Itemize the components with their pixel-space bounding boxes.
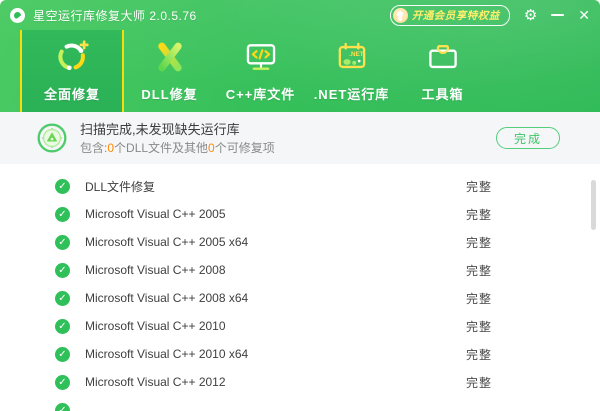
status-label: 完整 [466,374,492,391]
status-label: 完整 [466,262,492,279]
app-logo-icon [10,8,25,23]
status-label: 完整 [466,206,492,223]
tab-bar: 全面修复 DLL修复 [20,30,488,112]
scan-status-bar: 扫描完成,未发现缺失运行库 包含:0个DLL文件及其他0个可修复项 完成 [0,112,600,164]
tab-label: C++库文件 [226,84,296,103]
gear-icon[interactable]: ⚙ [524,8,537,23]
library-name: DLL文件修复 [85,178,155,195]
tab-full-repair[interactable]: 全面修复 [20,30,124,112]
toolbox-icon [425,39,461,75]
library-name: Microsoft Visual C++ 2010 [85,319,226,333]
minimize-icon[interactable] [551,14,564,16]
table-row[interactable]: ✓ Microsoft Visual C++ 2012 完整 [0,368,600,396]
table-row[interactable]: ✓ Microsoft Visual C++ 2005 完整 [0,200,600,228]
check-icon: ✓ [55,263,70,278]
check-icon: ✓ [55,235,70,250]
tab-toolbox[interactable]: 工具箱 [397,30,488,112]
library-name: Microsoft Visual C++ 2012 [85,375,226,389]
library-name: Microsoft Visual C++ 2005 [85,207,226,221]
tab-cpp-library[interactable]: C++库文件 [215,30,306,112]
vip-avatar-icon [393,8,408,23]
detail-text-part: 个可修复项 [215,141,275,155]
check-icon: ✓ [55,347,70,362]
dll-repair-icon [152,39,188,75]
status-label: 完整 [466,318,492,335]
full-repair-icon [54,39,90,75]
tab-dll-repair[interactable]: DLL修复 [124,30,215,112]
vip-upgrade-badge[interactable]: 开通会员享特权益 [390,5,510,26]
status-label: 完整 [466,346,492,363]
app-window: 星空运行库修复大师 2.0.5.76 开通会员享特权益 ⚙ ✕ [0,0,600,411]
tab-label: DLL修复 [141,84,197,103]
library-name: Microsoft Visual C++ 2008 x64 [85,291,248,305]
svg-text:.NET: .NET [349,51,363,58]
scan-detail-text: 包含:0个DLL文件及其他0个可修复项 [80,139,275,157]
check-icon: ✓ [55,179,70,194]
cpp-library-icon [243,39,279,75]
tab-dotnet-runtime[interactable]: .NET .NET运行库 [306,30,397,112]
close-icon[interactable]: ✕ [578,8,590,22]
library-name: Microsoft Visual C++ 2010 x64 [85,347,248,361]
check-icon: ✓ [55,403,70,411]
status-label: 完整 [466,234,492,251]
scan-radar-icon [36,122,68,154]
status-label: 完整 [466,290,492,307]
repair-list[interactable]: ✓ DLL文件修复 完整 ✓ Microsoft Visual C++ 2005… [0,164,600,411]
detail-text-part: 包含: [80,141,107,155]
check-icon: ✓ [55,291,70,306]
vip-badge-label: 开通会员享特权益 [412,8,500,23]
scrollbar-thumb[interactable] [591,180,596,230]
library-name: Microsoft Visual C++ 2005 x64 [85,235,248,249]
table-row[interactable]: ✓ Microsoft Visual C++ 2010 完整 [0,312,600,340]
other-count: 0 [208,141,215,155]
dotnet-runtime-icon: .NET [334,39,370,75]
tab-label: .NET运行库 [314,84,390,103]
table-row[interactable]: ✓ DLL文件修复 完整 [0,172,600,200]
titlebar: 星空运行库修复大师 2.0.5.76 开通会员享特权益 ⚙ ✕ [0,0,600,30]
check-icon: ✓ [55,375,70,390]
status-label: 完整 [466,178,492,195]
tab-label: 工具箱 [421,84,463,103]
check-icon: ✓ [55,319,70,334]
tab-label: 全面修复 [44,84,100,103]
table-row[interactable]: ✓ Microsoft Visual C++ 2008 x64 完整 [0,284,600,312]
table-row[interactable]: ✓ Microsoft Visual C++ 2008 完整 [0,256,600,284]
check-icon: ✓ [55,207,70,222]
detail-text-part: 个DLL文件及其他 [114,141,208,155]
header-background: 星空运行库修复大师 2.0.5.76 开通会员享特权益 ⚙ ✕ [0,0,600,112]
table-row[interactable]: ✓ Microsoft Visual C++ 2010 x64 完整 [0,340,600,368]
library-name: Microsoft Visual C++ 2008 [85,263,226,277]
table-row[interactable]: ✓ Microsoft Visual C++ 2005 x64 完整 [0,228,600,256]
scan-result-text: 扫描完成,未发现缺失运行库 [80,120,275,139]
table-row[interactable]: ✓ [0,396,600,411]
done-button[interactable]: 完成 [496,127,560,149]
app-title: 星空运行库修复大师 2.0.5.76 [33,7,197,24]
